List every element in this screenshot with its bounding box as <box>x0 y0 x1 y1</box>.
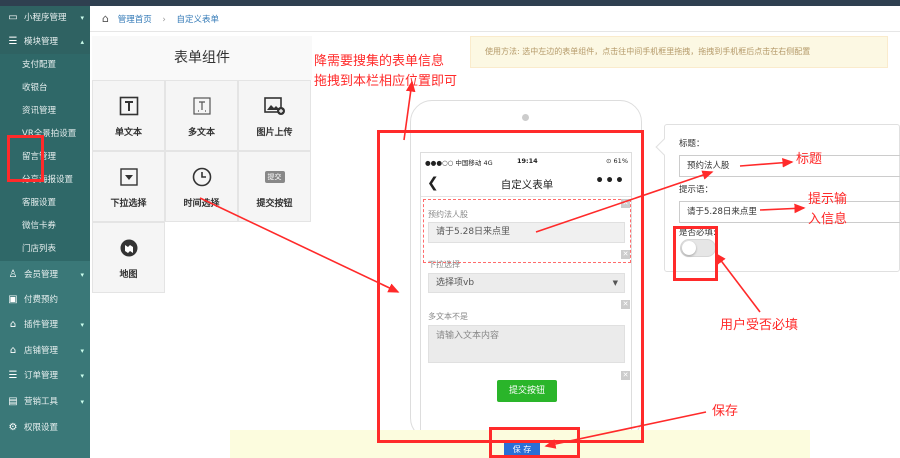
usage-hint: 使用方法: 选中左边的表单组件，点击往中间手机框里拖拽，拖拽到手机框后点击在右侧… <box>470 36 888 68</box>
sidebar-item-label: 插件管理 <box>24 320 59 330</box>
component-submit-button[interactable]: 提交 提交按钮 <box>238 151 311 222</box>
user-icon: ♙ <box>8 269 18 280</box>
sidebar-sub-wechat-card[interactable]: 微信卡券 <box>0 215 90 238</box>
sidebar-item-label: 营销工具 <box>24 397 59 407</box>
sidebar-item-label: 小程序管理 <box>24 13 67 23</box>
sidebar-item-label: 付费预约 <box>24 295 59 305</box>
sidebar-item-label: 店铺管理 <box>24 346 59 356</box>
clock-icon <box>166 166 237 188</box>
multitext-icon <box>166 95 237 117</box>
sidebar-sub-service[interactable]: 客服设置 <box>0 192 90 215</box>
annotation-hint-1: 提示输 <box>808 192 848 207</box>
annotation-drag-note-2: 拖拽到本栏相应位置即可 <box>314 74 458 89</box>
home-icon: ⌂ <box>9 319 17 330</box>
annotation-box-save <box>489 427 580 458</box>
chevron-up-icon: ▴ <box>80 38 84 46</box>
sidebar-item-marketing[interactable]: ▤ 营销工具 ▾ <box>0 390 90 414</box>
annotation-box-messages <box>7 135 44 182</box>
component-map[interactable]: 地图 <box>92 222 165 293</box>
sidebar: ▭ 小程序管理 ▾ ☰ 模块管理 ▴ 支付配置 收银台 资讯管理 VR全景拍设置… <box>0 6 90 458</box>
image-upload-icon <box>239 95 310 117</box>
config-hint-input[interactable]: 请于5.28日来点里 <box>679 201 900 223</box>
config-hint-label: 提示语： <box>679 185 714 195</box>
components-title: 表单组件 <box>92 36 312 80</box>
home-icon: ⌂ <box>9 345 17 356</box>
sidebar-sub-payment[interactable]: 支付配置 <box>0 54 90 77</box>
card-icon: ▣ <box>8 294 18 305</box>
sidebar-sub-stores[interactable]: 门店列表 <box>0 238 90 261</box>
gear-icon: ⚙ <box>8 422 18 433</box>
sidebar-item-stores[interactable]: ⌂ 店铺管理 ▾ <box>0 339 90 363</box>
component-single-text[interactable]: 单文本 <box>92 80 165 151</box>
chevron-down-icon: ▾ <box>80 347 84 355</box>
breadcrumb-home-link[interactable]: 管理首页 <box>118 15 152 25</box>
sidebar-sub-cashier[interactable]: 收银台 <box>0 77 90 100</box>
config-title-input[interactable]: 预约法人股 <box>679 155 900 177</box>
chevron-down-icon: ▾ <box>80 321 84 329</box>
chevron-down-icon: ▾ <box>80 14 84 22</box>
component-dropdown[interactable]: 下拉选择 <box>92 151 165 222</box>
map-icon <box>93 237 164 259</box>
component-multi-text[interactable]: 多文本 <box>165 80 238 151</box>
list-icon: ☰ <box>8 370 18 381</box>
text-t-icon <box>93 95 164 117</box>
sidebar-item-label: 模块管理 <box>24 37 59 47</box>
annotation-required: 用户受否必填 <box>720 318 799 333</box>
sidebar-item-mini-program[interactable]: ▭ 小程序管理 ▾ <box>0 6 90 30</box>
sidebar-item-paid-booking[interactable]: ▣ 付费预约 <box>0 288 90 312</box>
home-icon[interactable]: ⌂ <box>102 12 109 25</box>
annotation-box-phone <box>377 130 644 443</box>
config-title-label: 标题： <box>679 139 705 149</box>
sidebar-item-label: 权限设置 <box>24 423 59 433</box>
popover-arrow <box>655 138 673 156</box>
breadcrumb: ⌂ 管理首页 › 自定义表单 <box>90 6 900 32</box>
component-image-upload[interactable]: 图片上传 <box>238 80 311 151</box>
chevron-down-icon: ▾ <box>80 372 84 380</box>
sidebar-item-label: 会员管理 <box>24 270 59 280</box>
briefcase-icon: ▤ <box>8 396 18 407</box>
sidebar-item-modules[interactable]: ☰ 模块管理 ▴ <box>0 30 90 54</box>
sidebar-item-permissions[interactable]: ⚙ 权限设置 <box>0 416 90 440</box>
sidebar-item-members[interactable]: ♙ 会员管理 ▾ <box>0 263 90 287</box>
sidebar-item-plugins[interactable]: ⌂ 插件管理 ▾ <box>0 313 90 337</box>
annotation-hint-2: 入信息 <box>808 212 848 227</box>
sidebar-item-label: 订单管理 <box>24 371 59 381</box>
phone-camera <box>522 114 529 121</box>
annotation-drag-note-1: 降需要搜集的表单信息 <box>314 54 445 69</box>
annotation-title: 标题 <box>796 152 823 167</box>
annotation-save: 保存 <box>712 404 739 419</box>
sidebar-item-orders[interactable]: ☰ 订单管理 ▾ <box>0 364 90 388</box>
monitor-icon: ▭ <box>8 12 18 23</box>
dropdown-icon <box>93 166 164 188</box>
submit-icon: 提交 <box>239 166 310 188</box>
list-icon: ☰ <box>8 36 18 47</box>
breadcrumb-current: 自定义表单 <box>176 15 220 25</box>
chevron-down-icon: ▾ <box>80 271 84 279</box>
sidebar-sub-news[interactable]: 资讯管理 <box>0 100 90 123</box>
chevron-down-icon: ▾ <box>80 398 84 406</box>
annotation-box-required <box>673 226 718 281</box>
breadcrumb-separator: › <box>162 15 166 25</box>
component-time-select[interactable]: 时间选择 <box>165 151 238 222</box>
